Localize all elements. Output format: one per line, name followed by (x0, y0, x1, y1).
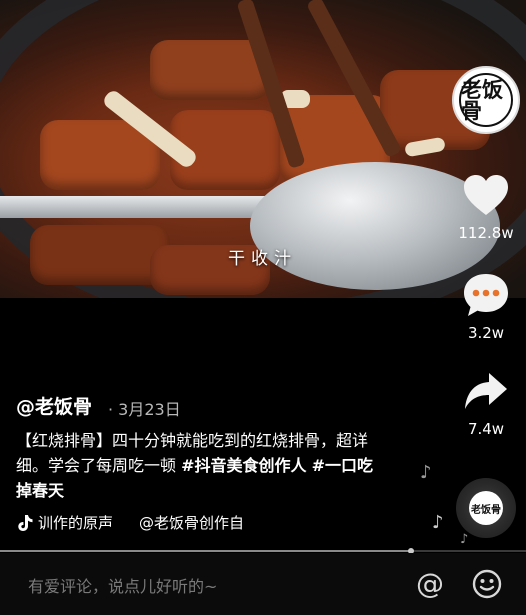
progress-fill (0, 550, 411, 552)
disc-logo: 老饭骨 (469, 491, 503, 525)
food-rib (30, 225, 170, 285)
author-name[interactable]: @老饭骨 (16, 392, 92, 419)
post-date: · 3月23日 (108, 400, 181, 419)
music-disc[interactable]: 老饭骨 (456, 478, 516, 538)
at-icon[interactable]: @ (416, 567, 444, 600)
music-info[interactable]: 训作的原声 @老饭骨创作自 (16, 512, 244, 533)
comment-count: 3.2w (467, 324, 505, 342)
comment-input[interactable]: 有爱评论，说点儿好听的~ (28, 573, 217, 597)
video-description: 【红烧排骨】四十分钟就能吃到的红烧排骨，超详细。学会了每周吃一顿 #抖音美食创作… (16, 428, 386, 503)
ladle-handle (0, 196, 290, 218)
comment-bar: 有爱评论，说点儿好听的~ @ (0, 553, 526, 615)
emoji-icon[interactable] (472, 569, 502, 599)
floating-note-icon: ♪ (460, 532, 469, 547)
avatar-logo: 老饭骨 (459, 73, 513, 127)
share-count: 7.4w (467, 420, 505, 438)
like-count: 112.8w (458, 224, 514, 242)
music-note-icon (18, 514, 33, 531)
video-player[interactable]: 干收汁 (0, 0, 526, 298)
music-author: @老饭骨创作自 (139, 514, 245, 532)
hashtag-link[interactable]: #抖音美食创作人 (181, 456, 306, 475)
author-avatar[interactable]: 老饭骨 (452, 66, 520, 134)
share-button[interactable]: 7.4w (448, 368, 524, 438)
music-title: 训作的原声 (38, 514, 114, 532)
video-progress-bar[interactable] (0, 548, 526, 554)
floating-note-icon: ♪ (420, 462, 432, 483)
floating-note-icon: ♪ (432, 512, 444, 533)
comment-button[interactable]: 3.2w (448, 272, 524, 342)
comment-icon (461, 272, 511, 318)
share-icon (461, 368, 511, 414)
like-button[interactable]: 112.8w (448, 172, 524, 242)
video-subtitle: 干收汁 (228, 249, 297, 269)
heart-icon (461, 172, 511, 218)
